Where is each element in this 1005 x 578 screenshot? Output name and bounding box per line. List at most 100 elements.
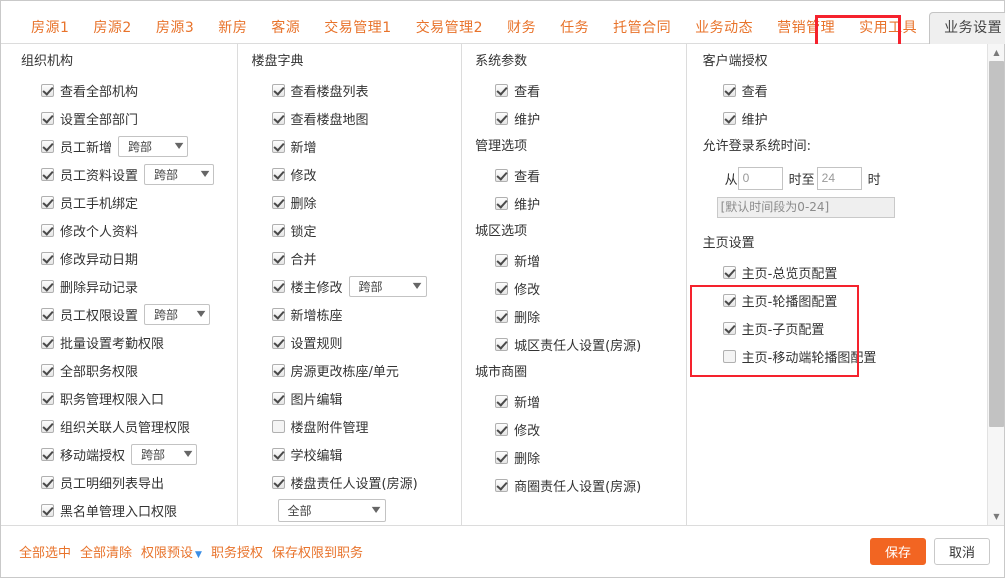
tab-business-settings[interactable]: 业务设置 <box>929 12 1005 44</box>
checkbox-client-auth-view[interactable] <box>722 83 736 97</box>
checkbox-employee-detail-export[interactable] <box>41 475 54 489</box>
permission-row-home-carousel-config[interactable]: 主页-轮播图配置 <box>703 286 986 314</box>
select-all-link[interactable]: 全部选中 <box>19 542 71 561</box>
permission-row-circle-edit[interactable]: 修改 <box>475 415 686 443</box>
permission-row-set-rules[interactable]: 设置规则 <box>252 328 462 356</box>
tab-utilities[interactable]: 实用工具 <box>847 13 929 43</box>
checkbox-employee-profile-settings[interactable] <box>41 167 54 181</box>
permission-row-listing-change-block-unit[interactable]: 房源更改栋座/单元 <box>252 356 462 384</box>
permission-row-system-params-view[interactable]: 查看 <box>475 76 686 104</box>
permission-row-circle-owner-setting[interactable]: 商圈责任人设置(房源) <box>475 471 686 499</box>
checkbox-set-rules[interactable] <box>271 335 285 349</box>
checkbox-home-carousel-config[interactable] <box>722 293 736 307</box>
permission-row-building-owner-setting[interactable]: 楼盘责任人设置(房源) <box>252 468 462 496</box>
permission-row-position-management-entry[interactable]: 职务管理权限入口 <box>21 384 237 412</box>
checkbox-school-edit[interactable] <box>271 447 285 461</box>
checkbox-add-employee[interactable] <box>41 139 54 153</box>
checkbox-circle-edit[interactable] <box>495 422 509 436</box>
permission-row-add-employee[interactable]: 员工新增 跨部 ▼ <box>21 132 237 160</box>
login-time-from-input[interactable] <box>737 166 783 190</box>
checkbox-management-options-maintain[interactable] <box>495 196 509 210</box>
tab-keyuan[interactable]: 客源 <box>259 13 312 43</box>
permission-row-add-block[interactable]: 新增栋座 <box>252 300 462 328</box>
permission-row-home-mobile-carousel-config[interactable]: 主页-移动端轮播图配置 <box>703 342 986 370</box>
checkbox-client-auth-maintain[interactable] <box>722 111 736 125</box>
permission-row-mobile-authorization[interactable]: 移动端授权 跨部 ▼ <box>21 440 237 468</box>
clear-all-link[interactable]: 全部清除 <box>80 542 132 561</box>
scope-select-owner-edit[interactable]: 跨部 ▼ <box>348 275 427 297</box>
permission-row-building-attachment-management[interactable]: 楼盘附件管理 <box>252 412 462 440</box>
scroll-down-arrow-icon[interactable]: ▼ <box>988 508 1004 525</box>
checkbox-listing-change-block-unit[interactable] <box>271 363 285 377</box>
permission-row-employee-profile-settings[interactable]: 员工资料设置 跨部 ▼ <box>21 160 237 188</box>
checkbox-district-owner-setting[interactable] <box>495 337 509 351</box>
permission-row-building-merge[interactable]: 合并 <box>252 244 462 272</box>
permission-row-district-edit[interactable]: 修改 <box>475 274 686 302</box>
scope-select-employee-profile-settings[interactable]: 跨部 ▼ <box>144 163 215 185</box>
permission-row-delete-transfer-record[interactable]: 删除异动记录 <box>21 272 237 300</box>
checkbox-district-edit[interactable] <box>495 281 509 295</box>
scope-select-mobile-authorization[interactable]: 跨部 ▼ <box>131 443 198 465</box>
permission-preset-link[interactable]: 权限预设 ▼ <box>141 542 202 561</box>
permission-row-management-options-view[interactable]: 查看 <box>475 161 686 189</box>
permission-row-view-all-orgs[interactable]: 查看全部机构 <box>21 76 237 104</box>
tab-xinfang[interactable]: 新房 <box>206 13 259 43</box>
checkbox-all-position-permissions[interactable] <box>41 363 54 377</box>
checkbox-view-building-map[interactable] <box>271 111 285 125</box>
tab-fangyuan1[interactable]: 房源1 <box>19 13 81 43</box>
permission-row-district-add[interactable]: 新增 <box>475 246 686 274</box>
checkbox-employee-permission-settings[interactable] <box>41 307 54 321</box>
tab-trade-management-2[interactable]: 交易管理2 <box>404 13 495 43</box>
save-permission-to-position-link[interactable]: 保存权限到职务 <box>272 542 363 561</box>
checkbox-building-merge[interactable] <box>271 251 285 265</box>
permission-row-home-subpage-config[interactable]: 主页-子页配置 <box>703 314 986 342</box>
checkbox-edit-personal-profile[interactable] <box>41 223 54 237</box>
position-authorize-link[interactable]: 职务授权 <box>211 542 263 561</box>
tab-trade-management-1[interactable]: 交易管理1 <box>312 13 403 43</box>
permission-row-employee-permission-settings[interactable]: 员工权限设置 跨部 ▼ <box>21 300 237 328</box>
tab-business-news[interactable]: 业务动态 <box>683 13 765 43</box>
permission-row-client-auth-view[interactable]: 查看 <box>703 76 986 104</box>
scroll-up-arrow-icon[interactable]: ▲ <box>988 44 1004 61</box>
permission-row-view-building-list[interactable]: 查看楼盘列表 <box>252 76 462 104</box>
checkbox-set-all-departments[interactable] <box>41 111 54 125</box>
permission-row-building-delete[interactable]: 删除 <box>252 188 462 216</box>
checkbox-batch-attendance-permission[interactable] <box>41 335 54 349</box>
checkbox-building-add[interactable] <box>271 139 285 153</box>
checkbox-district-delete[interactable] <box>495 309 509 323</box>
permission-row-owner-edit[interactable]: 楼主修改 跨部 ▼ <box>252 272 462 300</box>
permission-row-org-related-staff-management[interactable]: 组织关联人员管理权限 <box>21 412 237 440</box>
permission-row-set-all-departments[interactable]: 设置全部部门 <box>21 104 237 132</box>
permission-row-school-edit[interactable]: 学校编辑 <box>252 440 462 468</box>
checkbox-home-subpage-config[interactable] <box>722 321 736 335</box>
permission-row-district-owner-setting[interactable]: 城区责任人设置(房源) <box>475 330 686 358</box>
permission-row-home-overview-config[interactable]: 主页-总览页配置 <box>703 258 986 286</box>
scope-select-employee-permission-settings[interactable]: 跨部 ▼ <box>144 303 211 325</box>
checkbox-building-attachment-management[interactable] <box>271 419 285 433</box>
permission-row-edit-transfer-date[interactable]: 修改异动日期 <box>21 244 237 272</box>
permission-row-circle-add[interactable]: 新增 <box>475 387 686 415</box>
login-time-to-input[interactable] <box>816 166 862 190</box>
checkbox-building-owner-setting[interactable] <box>271 475 285 489</box>
permission-row-system-params-maintain[interactable]: 维护 <box>475 104 686 132</box>
permission-row-building-lock[interactable]: 锁定 <box>252 216 462 244</box>
checkbox-home-overview-config[interactable] <box>722 265 736 279</box>
checkbox-org-related-staff-management[interactable] <box>41 419 54 433</box>
scrollbar-thumb[interactable] <box>989 61 1004 427</box>
checkbox-circle-delete[interactable] <box>495 450 509 464</box>
permission-row-management-options-maintain[interactable]: 维护 <box>475 189 686 217</box>
checkbox-home-mobile-carousel-config[interactable] <box>722 349 736 363</box>
permission-row-district-delete[interactable]: 删除 <box>475 302 686 330</box>
tab-fangyuan2[interactable]: 房源2 <box>81 13 143 43</box>
checkbox-view-all-orgs[interactable] <box>41 83 54 97</box>
checkbox-delete-transfer-record[interactable] <box>41 279 54 293</box>
checkbox-building-edit[interactable] <box>271 167 285 181</box>
checkbox-position-management-entry[interactable] <box>41 391 54 405</box>
permission-row-building-edit[interactable]: 修改 <box>252 160 462 188</box>
checkbox-system-params-maintain[interactable] <box>495 111 509 125</box>
checkbox-circle-add[interactable] <box>495 394 509 408</box>
checkbox-image-edit[interactable] <box>271 391 285 405</box>
tab-marketing[interactable]: 营销管理 <box>765 13 847 43</box>
permission-row-circle-delete[interactable]: 删除 <box>475 443 686 471</box>
checkbox-edit-transfer-date[interactable] <box>41 251 54 265</box>
